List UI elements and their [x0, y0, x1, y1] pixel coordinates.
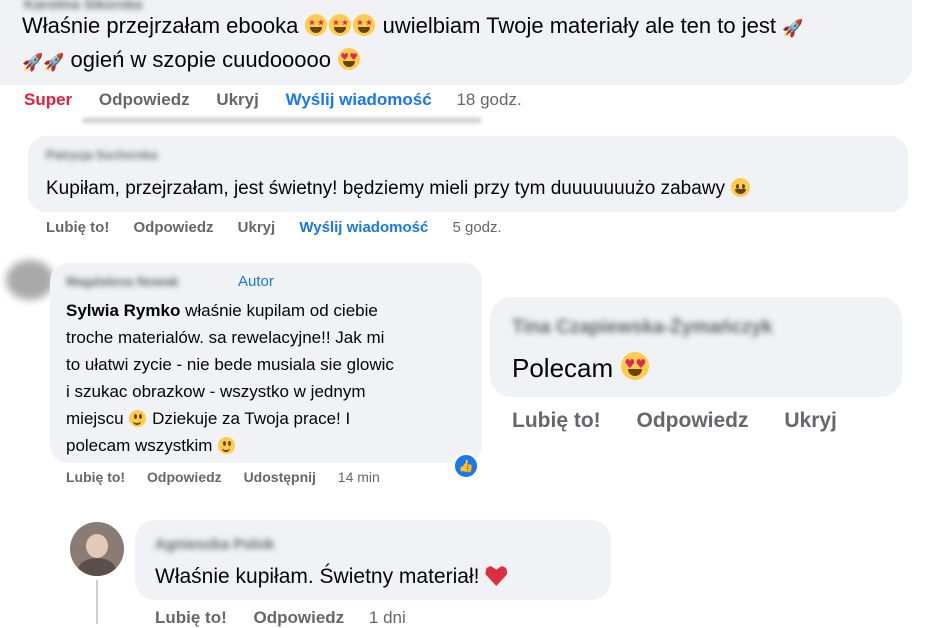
reply-thread-line: [96, 580, 98, 624]
partial-blurred-text: [82, 118, 482, 123]
comment-actions-2: Lubię to! Odpowiedz Ukryj Wyślij wiadomo…: [46, 219, 502, 236]
smiling-emoji-icon: [218, 437, 236, 454]
comment-bubble-4: Tina Czapiewska-Żymańczyk Polecam: [490, 297, 902, 397]
heart-eyes-emoji-icon: [338, 48, 361, 70]
comment-bubble-1: Karolina Sikorska Właśnie przejrzałam eb…: [0, 0, 912, 85]
author-badge: Autor: [238, 273, 274, 290]
star-struck-emoji-icon: [353, 14, 376, 36]
rocket-emoji-icon: 🚀: [43, 53, 65, 72]
comment-text-2: Kupiłam, przejrzałam, jest świetny! będz…: [46, 178, 751, 200]
comment-author-3[interactable]: Magdalena Nowak: [66, 274, 179, 289]
send-message-button[interactable]: Wyślij wiadomość: [299, 219, 428, 236]
reply-button[interactable]: Odpowiedz: [99, 90, 190, 109]
like-reaction-icon[interactable]: 👍: [453, 453, 479, 479]
comment-timestamp[interactable]: 18 godz.: [456, 90, 521, 109]
star-struck-emoji-icon: [305, 14, 328, 36]
heart-eyes-emoji-icon: [621, 352, 650, 380]
avatar[interactable]: [6, 260, 54, 300]
super-reaction-button[interactable]: Super: [24, 90, 72, 109]
hide-button[interactable]: Ukryj: [238, 219, 276, 236]
smiling-emoji-icon: [129, 410, 147, 427]
reply-button[interactable]: Odpowiedz: [254, 608, 345, 627]
send-message-button[interactable]: Wyślij wiadomość: [286, 90, 432, 109]
comment-text-1: Właśnie przejrzałam ebooka uwielbiam Two…: [22, 10, 803, 78]
hide-button[interactable]: Ukryj: [216, 90, 259, 109]
comment-timestamp[interactable]: 14 min: [338, 469, 380, 485]
star-struck-emoji-icon: [329, 14, 352, 36]
comment-author-4[interactable]: Tina Czapiewska-Żymańczyk: [512, 317, 772, 339]
avatar[interactable]: [70, 522, 124, 576]
smiling-emoji-icon: [731, 178, 751, 197]
reply-button[interactable]: Odpowiedz: [637, 409, 749, 432]
comment-text-3: Sylwia Rymko właśnie kupilam od ciebie t…: [66, 301, 394, 455]
share-button[interactable]: Udostępnij: [244, 469, 316, 485]
comment-actions-1: Super Odpowiedz Ukryj Wyślij wiadomość 1…: [24, 90, 522, 110]
like-button[interactable]: Lubię to!: [512, 409, 601, 432]
comment-author-2[interactable]: Patrycja Suchorska: [46, 148, 157, 162]
comment-timestamp[interactable]: 1 dni: [369, 608, 406, 627]
comment-actions-3: Lubię to! Odpowiedz Udostępnij 14 min: [66, 469, 380, 485]
red-heart-icon: [485, 566, 508, 586]
comment-actions-5: Lubię to! Odpowiedz 1 dni: [155, 608, 406, 628]
rocket-emoji-icon: 🚀: [22, 53, 44, 72]
like-button[interactable]: Lubię to!: [155, 608, 227, 627]
like-button[interactable]: Lubię to!: [46, 219, 109, 236]
comment-bubble-5: Agnieszka Polok Właśnie kupiłam. Świetny…: [135, 520, 611, 600]
like-button[interactable]: Lubię to!: [66, 469, 125, 485]
comment-text-4: Polecam: [512, 352, 650, 384]
reply-button[interactable]: Odpowiedz: [147, 469, 222, 485]
hide-button[interactable]: Ukryj: [784, 409, 837, 432]
reply-button[interactable]: Odpowiedz: [134, 219, 214, 236]
comment-bubble-2: Patrycja Suchorska Kupiłam, przejrzałam,…: [28, 136, 908, 212]
comment-bubble-3: Magdalena Nowak Autor Sylwia Rymko właśn…: [50, 263, 482, 463]
rocket-emoji-icon: 🚀: [782, 19, 804, 38]
comment-text-5: Właśnie kupiłam. Świetny materiał!: [155, 565, 508, 589]
mention-link[interactable]: Sylwia Rymko: [66, 301, 180, 320]
comment-actions-4: Lubię to! Odpowiedz Ukryj: [512, 409, 837, 433]
comment-timestamp[interactable]: 5 godz.: [452, 219, 501, 236]
comment-author-5[interactable]: Agnieszka Polok: [155, 536, 274, 553]
